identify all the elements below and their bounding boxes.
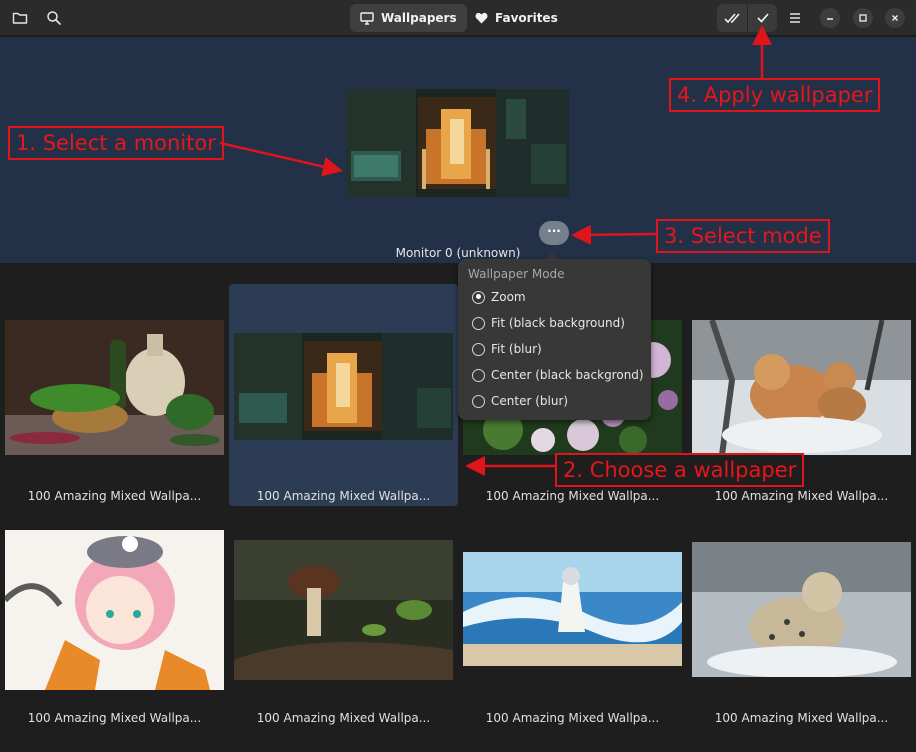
mode-option-center-blur[interactable]: Center (blur) bbox=[472, 391, 568, 411]
mode-option-label: Center (blur) bbox=[491, 394, 569, 408]
apply-button-group bbox=[717, 4, 777, 32]
wallpaper-item[interactable]: 100 Amazing Mixed Wallpa... bbox=[687, 506, 916, 728]
wallpaper-label: 100 Amazing Mixed Wallpa... bbox=[27, 711, 202, 725]
heart-icon bbox=[475, 12, 488, 24]
wallpaper-label: 100 Amazing Mixed Wallpa... bbox=[485, 489, 660, 503]
lynx-image bbox=[692, 320, 911, 455]
wallpaper-thumbnail bbox=[234, 540, 453, 680]
radio-icon bbox=[472, 316, 485, 330]
wallpaper-label: 100 Amazing Mixed Wallpa... bbox=[256, 489, 431, 503]
mode-option-label: Center (black backgrond) bbox=[491, 368, 644, 382]
wallpaper-thumbnail bbox=[463, 552, 682, 666]
radio-icon bbox=[472, 394, 485, 408]
mode-option-zoom[interactable]: Zoom bbox=[472, 287, 526, 307]
tab-wallpapers[interactable]: Wallpapers bbox=[350, 4, 467, 32]
mushroom-image bbox=[234, 540, 453, 680]
monitor-0-preview[interactable] bbox=[346, 89, 569, 197]
mode-option-label: Fit (blur) bbox=[491, 342, 542, 356]
wallpaper-thumbnail bbox=[5, 320, 224, 455]
apply-all-icon bbox=[724, 13, 740, 24]
wallpaper-thumbnail bbox=[234, 333, 453, 440]
mode-option-fit-black[interactable]: Fit (black background) bbox=[472, 313, 625, 333]
annotation-apply-wallpaper: 4. Apply wallpaper bbox=[669, 78, 881, 112]
close-icon bbox=[892, 15, 898, 21]
annotation-select-monitor: 1. Select a monitor bbox=[8, 126, 224, 160]
apply-icon bbox=[756, 13, 769, 23]
radio-icon bbox=[472, 342, 485, 356]
beach-image bbox=[463, 552, 682, 666]
anime-tram-image bbox=[234, 333, 453, 440]
anime-girl-image bbox=[5, 530, 224, 690]
apply-all-button[interactable] bbox=[717, 4, 747, 32]
main-menu-button[interactable] bbox=[782, 5, 808, 31]
menu-icon bbox=[790, 13, 800, 23]
wallpaper-label: 100 Amazing Mixed Wallpa... bbox=[256, 711, 431, 725]
annotation-choose-wallpaper: 2. Choose a wallpaper bbox=[555, 453, 805, 487]
wallpaper-item[interactable]: 100 Amazing Mixed Wallpa... bbox=[0, 284, 229, 506]
mode-option-center-black[interactable]: Center (black backgrond) bbox=[472, 365, 644, 385]
radio-icon bbox=[472, 368, 485, 382]
wallpaper-item[interactable]: 100 Amazing Mixed Wallpa... bbox=[458, 506, 687, 728]
monitor-icon bbox=[360, 11, 374, 25]
wallpaper-thumbnail bbox=[692, 320, 911, 455]
minimize-icon bbox=[827, 18, 833, 20]
popover-title: Wallpaper Mode bbox=[468, 267, 565, 281]
mode-option-label: Fit (black background) bbox=[491, 316, 625, 330]
wallpaper-mode-button[interactable]: ··· bbox=[539, 221, 569, 245]
monitor-wallpaper-image bbox=[346, 89, 569, 197]
snow-leopard-image bbox=[692, 542, 911, 677]
annotation-select-mode: 3. Select mode bbox=[656, 219, 830, 253]
tab-favorites-label: Favorites bbox=[495, 11, 558, 25]
folder-icon bbox=[12, 12, 28, 24]
apply-button[interactable] bbox=[747, 4, 777, 32]
wallpaper-label: 100 Amazing Mixed Wallpa... bbox=[27, 489, 202, 503]
wallpaper-item[interactable]: 100 Amazing Mixed Wallpa... bbox=[229, 506, 458, 728]
search-button[interactable] bbox=[41, 5, 67, 31]
wallpaper-mode-popover: Wallpaper Mode Zoom Fit (black backgroun… bbox=[458, 259, 651, 420]
wallpaper-label: 100 Amazing Mixed Wallpa... bbox=[714, 489, 889, 503]
wallpaper-item[interactable]: 100 Amazing Mixed Wallpa... bbox=[0, 506, 229, 728]
header-bar: Wallpapers Favorites bbox=[0, 0, 916, 36]
close-button[interactable] bbox=[885, 8, 905, 28]
search-icon bbox=[47, 11, 61, 25]
radio-selected-icon bbox=[472, 290, 485, 304]
maximize-button[interactable] bbox=[853, 8, 873, 28]
still-life-image bbox=[5, 320, 224, 455]
tab-favorites[interactable]: Favorites bbox=[465, 4, 568, 32]
wallpaper-thumbnail bbox=[692, 542, 911, 677]
mode-option-label: Zoom bbox=[491, 290, 526, 304]
mode-option-fit-blur[interactable]: Fit (blur) bbox=[472, 339, 542, 359]
wallpaper-label: 100 Amazing Mixed Wallpa... bbox=[714, 711, 889, 725]
wallpaper-item-selected[interactable]: 100 Amazing Mixed Wallpa... bbox=[229, 284, 458, 506]
tab-wallpapers-label: Wallpapers bbox=[381, 11, 457, 25]
wallpaper-thumbnail bbox=[5, 530, 224, 690]
maximize-icon bbox=[859, 14, 867, 22]
wallpaper-label: 100 Amazing Mixed Wallpa... bbox=[485, 711, 660, 725]
minimize-button[interactable] bbox=[820, 8, 840, 28]
open-folder-button[interactable] bbox=[7, 5, 33, 31]
